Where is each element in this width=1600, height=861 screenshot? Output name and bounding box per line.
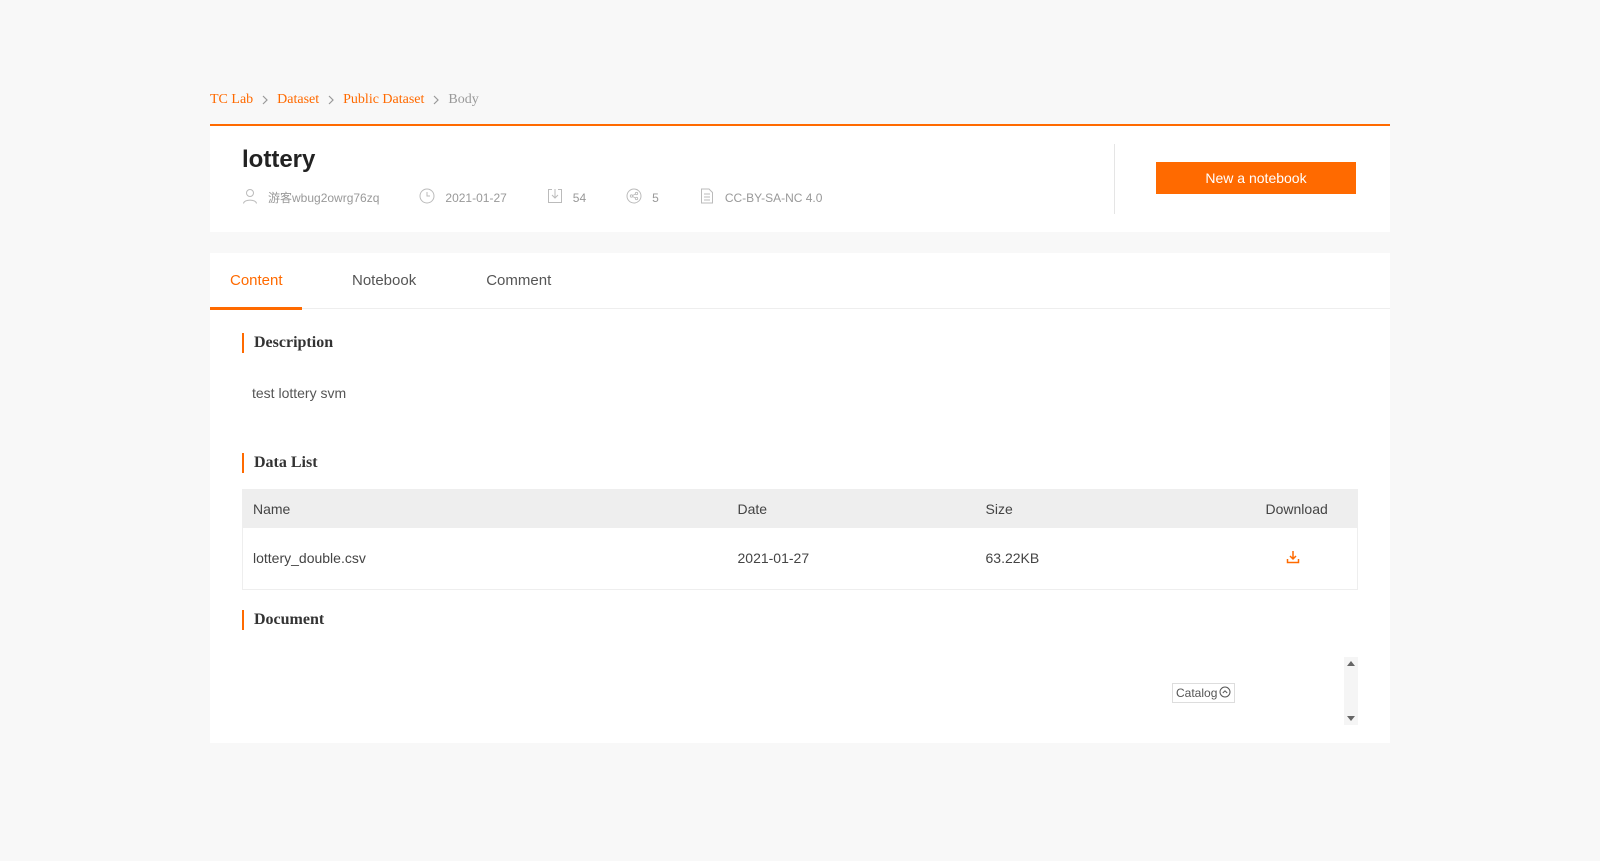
description-heading: Description [242, 333, 333, 353]
download-count-icon [547, 188, 573, 207]
dataset-header: lottery 游客wbug2owrg76zq 2021-01-27 54 5 … [210, 124, 1390, 232]
dataset-meta: 游客wbug2owrg76zq 2021-01-27 54 5 CC-BY-SA… [242, 188, 862, 207]
scroll-down-icon[interactable] [1347, 716, 1355, 721]
breadcrumb: TC Lab Dataset Public Dataset Body [210, 90, 479, 110]
file-size: 63.22KB [985, 550, 1040, 567]
column-header-download: Download [1255, 489, 1358, 528]
meta-date: 2021-01-27 [419, 188, 507, 207]
meta-shares: 5 [626, 188, 659, 207]
share-icon [626, 188, 652, 207]
header-divider [1114, 144, 1115, 214]
tab-comment[interactable]: Comment [466, 253, 571, 309]
column-header-date: Date [727, 489, 976, 528]
data-list-table: Name Date Size Download lottery_double.c… [242, 489, 1358, 590]
catalog-button[interactable]: Catalog [1172, 683, 1236, 703]
file-date: 2021-01-27 [737, 550, 810, 567]
dataset-title: lottery [242, 146, 316, 173]
meta-license: CC-BY-SA-NC 4.0 [699, 188, 823, 207]
download-count: 54 [572, 190, 587, 205]
chevron-right-icon [261, 95, 269, 105]
file-download-cell [1256, 528, 1358, 590]
breadcrumb-public-dataset[interactable]: Public Dataset [343, 92, 424, 108]
data-list-heading: Data List [242, 453, 318, 473]
license-text: CC-BY-SA-NC 4.0 [724, 190, 823, 205]
tab-notebook[interactable]: Notebook [332, 253, 436, 309]
chevron-right-icon [327, 95, 335, 105]
chevron-up-circle-icon [1217, 686, 1231, 701]
column-header-name: Name [242, 489, 728, 528]
author-name: 游客wbug2owrg76zq [268, 191, 380, 205]
table-row: lottery_double.csv 2021-01-27 63.22KB [243, 528, 1358, 590]
download-icon[interactable] [1286, 550, 1300, 567]
column-header-size: Size [975, 489, 1256, 528]
table-header-row: Name Date Size Download [242, 489, 1358, 528]
scroll-up-icon[interactable] [1347, 661, 1355, 666]
meta-downloads: 54 [547, 188, 586, 207]
share-count: 5 [652, 190, 659, 205]
description-text: test lottery svm [252, 385, 347, 401]
document-icon [699, 188, 725, 207]
main-content-card: Content Notebook Comment Description tes… [210, 253, 1390, 743]
file-name: lottery_double.csv [253, 550, 366, 567]
tab-bar: Content Notebook Comment [210, 253, 1390, 310]
new-notebook-button[interactable]: New a notebook [1156, 162, 1356, 194]
document-scrollbar[interactable] [1344, 657, 1358, 725]
user-icon [242, 188, 268, 207]
catalog-label: Catalog [1176, 686, 1218, 700]
tab-content[interactable]: Content [210, 253, 302, 310]
dataset-date: 2021-01-27 [445, 190, 507, 205]
breadcrumb-tc-lab[interactable]: TC Lab [210, 92, 253, 108]
meta-author: 游客wbug2owrg76zq [242, 188, 379, 207]
document-viewer: Catalog [242, 657, 1358, 727]
clock-icon [419, 188, 445, 207]
breadcrumb-dataset[interactable]: Dataset [277, 92, 319, 108]
document-heading: Document [242, 610, 324, 630]
breadcrumb-current: Body [448, 92, 479, 107]
chevron-right-icon [432, 95, 440, 105]
